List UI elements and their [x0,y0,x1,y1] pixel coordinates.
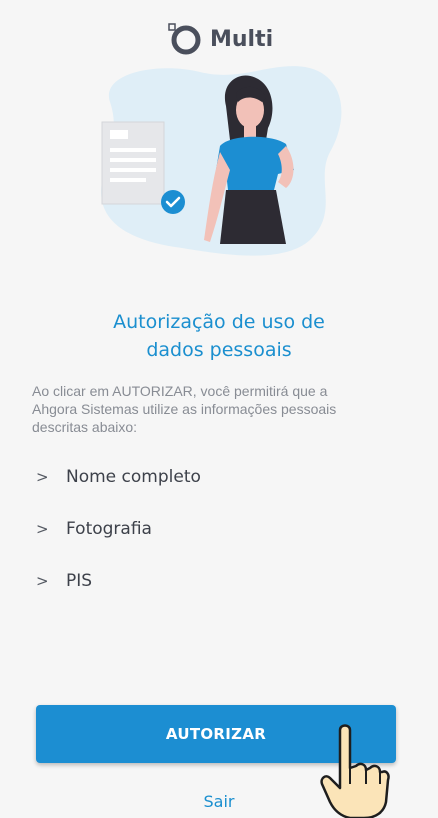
app-name: Multi [210,26,274,52]
page-title: Autorização de uso de dados pessoais [40,308,398,364]
consent-description: Ao clicar em AUTORIZAR, você permitirá q… [32,383,337,435]
pointing-hand-icon [320,724,390,818]
permission-label: Nome completo [66,467,201,487]
multi-logo-icon [168,23,201,55]
chevron-right-icon: > [36,520,49,538]
page-title-line-1: Autorização de uso de [113,311,325,333]
chevron-right-icon: > [36,572,49,590]
app-logo: Multi [166,22,273,56]
chevron-right-icon: > [36,468,49,486]
check-circle-icon [161,190,185,214]
permission-item-full-name: > Nome completo [36,464,201,490]
permission-item-photo: > Fotografia [36,516,201,542]
permission-list: > Nome completo > Fotografia > PIS [36,464,201,620]
consent-illustration [101,66,342,256]
permission-label: PIS [66,571,93,591]
page-title-line-2: dados pessoais [146,339,292,361]
permission-item-pis: > PIS [36,568,201,594]
permission-label: Fotografia [66,519,152,539]
